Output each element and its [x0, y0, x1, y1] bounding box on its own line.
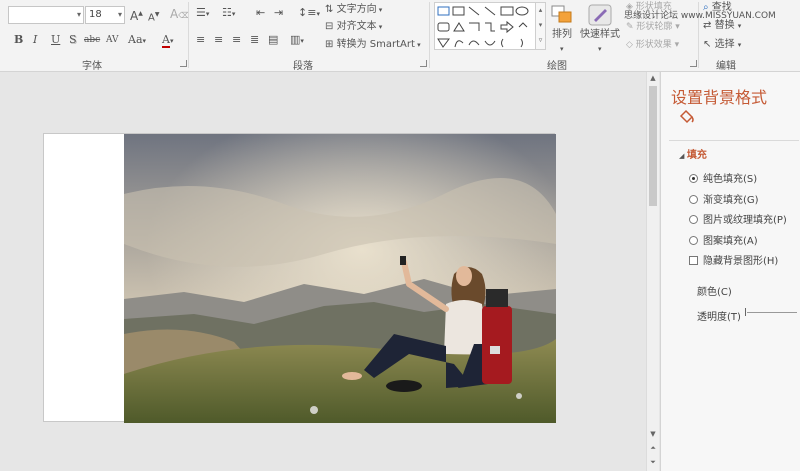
scroll-down-icon[interactable]: ▼ — [647, 428, 659, 440]
align-text-button[interactable]: ⊟ 对齐文本 ▾ — [325, 20, 382, 34]
text-shadow-button[interactable]: S — [69, 33, 77, 46]
radio-selected-icon — [689, 174, 698, 183]
hide-background-graphics-checkbox[interactable]: 隐藏背景图形(H) — [689, 252, 778, 267]
pattern-fill-radio[interactable]: 图案填充(A) — [689, 232, 758, 247]
slide-canvas[interactable] — [43, 133, 556, 423]
radio-icon — [689, 215, 698, 224]
fill-tab-icon[interactable] — [677, 108, 695, 127]
shapes-gallery[interactable]: ▴ ▾ ▿ — [434, 2, 546, 50]
distributed-icon: ▤ — [268, 33, 279, 46]
transparency-slider-thumb[interactable] — [745, 308, 746, 316]
editing-group-label: 编辑 — [716, 61, 736, 72]
align-right-button[interactable]: ≡ — [232, 33, 241, 47]
drawing-group-label: 绘图 — [547, 61, 567, 72]
group-divider — [188, 2, 189, 68]
bullets-button[interactable]: ☰▾ — [196, 6, 209, 21]
select-button[interactable]: ↖ 选择 ▾ — [703, 38, 741, 52]
decrease-indent-button[interactable]: ⇤ — [256, 6, 265, 20]
drawing-dialog-launcher[interactable] — [690, 60, 697, 67]
line-spacing-icon: ↕≡ — [298, 6, 317, 19]
transparency-label: 透明度(T) — [697, 312, 741, 323]
cursor-icon: ↖ — [703, 39, 712, 50]
align-left-icon: ≡ — [196, 33, 206, 46]
shrink-font-button[interactable]: A▼ — [148, 8, 159, 25]
watermark: 思缘设计论坛 www.MISSYUAN.COM — [624, 11, 776, 21]
effects-icon: ◇ — [626, 40, 633, 50]
radio-icon — [689, 195, 698, 204]
collapse-triangle-icon: ◢ — [679, 152, 687, 160]
align-right-icon: ≡ — [232, 33, 242, 46]
align-center-button[interactable]: ≡ — [214, 33, 223, 47]
text-direction-button[interactable]: ⇅ 文字方向 ▾ — [325, 3, 382, 17]
paragraph-dialog-launcher[interactable] — [420, 60, 427, 67]
font-dialog-launcher[interactable] — [180, 60, 187, 67]
previous-slide-icon[interactable]: ⏶ — [647, 442, 659, 454]
font-color-button[interactable]: A▾ — [162, 33, 173, 48]
indent-icon: ⇥ — [274, 6, 284, 19]
gallery-scroll[interactable]: ▴ ▾ ▿ — [535, 3, 545, 49]
pane-title: 设置背景格式 — [671, 88, 768, 107]
align-text-icon: ⊟ — [325, 21, 334, 32]
shapes-icons — [437, 6, 529, 48]
numbering-button[interactable]: ☷▾ — [222, 6, 235, 21]
transparency-slider-track[interactable] — [747, 312, 797, 313]
underline-button[interactable]: U — [51, 33, 60, 46]
landscape-image — [124, 134, 556, 423]
radio-icon — [689, 236, 698, 245]
picture-fill-radio[interactable]: 图片或纹理填充(P) — [689, 211, 787, 226]
quick-styles-button[interactable]: 快速样式 ▾ — [580, 28, 620, 56]
align-left-button[interactable]: ≡ — [196, 33, 205, 47]
next-slide-icon[interactable]: ⏷ — [647, 456, 659, 468]
change-case-button[interactable]: Aa▾ — [128, 33, 146, 46]
justify-button[interactable]: ≣ — [250, 33, 259, 47]
gradient-fill-radio[interactable]: 渐变填充(G) — [689, 191, 759, 206]
arrange-icon — [550, 4, 576, 26]
font-name-input[interactable]: ▾ — [8, 6, 84, 24]
character-spacing-button[interactable]: AV — [106, 35, 119, 45]
shape-effects-button[interactable]: ◇ 形状效果 ▾ — [626, 38, 679, 52]
checkbox-icon — [689, 256, 698, 265]
color-label: 颜色(C) — [697, 287, 732, 298]
fill-section-header[interactable]: ◢ 填充 — [679, 146, 707, 161]
background-photo[interactable] — [124, 134, 556, 423]
outdent-icon: ⇤ — [256, 6, 266, 19]
bullet-list-icon: ☰ — [196, 6, 206, 19]
font-size-value: 18 — [89, 9, 102, 20]
scroll-up-icon[interactable]: ▲ — [647, 72, 659, 84]
text-direction-icon: ⇅ — [325, 4, 334, 15]
bold-button[interactable]: B — [14, 33, 23, 46]
columns-icon: ▥ — [290, 33, 301, 46]
vertical-scrollbar[interactable]: ▲ ▼ ⏶ ⏷ — [646, 72, 659, 471]
clear-formatting-button[interactable]: A⌫ — [170, 7, 190, 23]
group-divider — [429, 2, 430, 68]
columns-button[interactable]: ▥▾ — [290, 33, 304, 48]
replace-button[interactable]: ⇄ 替换 ▾ — [703, 19, 741, 33]
line-spacing-button[interactable]: ↕≡▾ — [298, 6, 320, 21]
font-group-label: 字体 — [82, 61, 102, 72]
increase-indent-button[interactable]: ⇥ — [274, 6, 283, 20]
solid-fill-radio[interactable]: 纯色填充(S) — [689, 170, 757, 185]
format-background-pane: 设置背景格式 ◢ 填充 纯色填充(S) 渐变填充(G) 图片或纹理填充(P) 图… — [660, 72, 800, 471]
replace-icon: ⇄ — [703, 20, 712, 31]
pane-divider — [669, 140, 799, 141]
arrange-button[interactable]: 排列 ▾ — [552, 28, 572, 56]
scrollbar-thumb[interactable] — [649, 86, 657, 206]
chevron-down-icon: ▾ — [117, 10, 122, 19]
shape-outline-button[interactable]: ✎ 形状轮廓 ▾ — [626, 20, 680, 34]
convert-smartart-button[interactable]: ⊞ 转换为 SmartArt ▾ — [325, 38, 421, 52]
smartart-icon: ⊞ — [325, 39, 334, 50]
italic-button[interactable]: I — [33, 33, 37, 46]
paragraph-group-label: 段落 — [293, 61, 313, 72]
pen-icon: ✎ — [626, 22, 634, 32]
chevron-down-icon: ▾ — [76, 10, 81, 19]
grow-font-button[interactable]: A▲ — [130, 7, 143, 23]
font-size-input[interactable]: 18 ▾ — [85, 6, 125, 24]
numbered-list-icon: ☷ — [222, 6, 232, 19]
justify-icon: ≣ — [250, 33, 260, 46]
distributed-button[interactable]: ▤ — [268, 33, 278, 47]
align-center-icon: ≡ — [214, 33, 224, 46]
strikethrough-button[interactable]: abc — [84, 35, 100, 45]
